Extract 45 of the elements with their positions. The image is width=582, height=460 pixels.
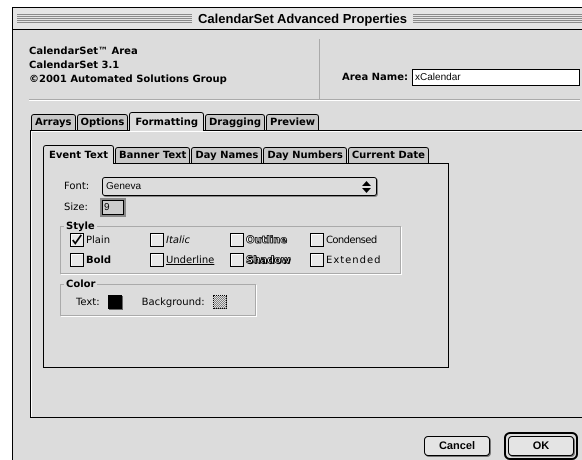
checkbox-label: Italic: [166, 234, 190, 246]
checkbox-label: Bold: [86, 254, 112, 266]
checkbox[interactable]: [150, 233, 164, 247]
checkbox[interactable]: [230, 233, 244, 247]
ok-button[interactable]: OK: [508, 436, 574, 456]
tab[interactable]: Banner Text: [115, 147, 190, 163]
checkbox[interactable]: [310, 233, 324, 247]
checkbox-label: Outline: [246, 234, 288, 246]
group-title: Style: [65, 221, 96, 232]
tab[interactable]: Arrays: [31, 114, 76, 130]
checkbox-label: Extended: [326, 254, 382, 266]
tab[interactable]: Current Date: [348, 147, 429, 163]
cancel-button[interactable]: Cancel: [424, 436, 490, 456]
color-label: Background:: [142, 296, 205, 308]
up-down-arrows-icon: [362, 180, 371, 192]
color-swatch[interactable]: [212, 295, 227, 309]
checkbox[interactable]: [70, 253, 84, 267]
tab[interactable]: Day Numbers: [263, 147, 347, 163]
area-name-field[interactable]: xCalendar: [412, 68, 580, 86]
checkbox[interactable]: [230, 253, 244, 267]
size-field[interactable]: 9: [102, 200, 124, 215]
tab[interactable]: Preview: [266, 114, 320, 130]
color-swatch[interactable]: [108, 295, 122, 309]
tab[interactable]: Formatting: [129, 112, 204, 131]
group-title: Color: [65, 279, 96, 290]
checkbox-label: Plain: [86, 234, 110, 246]
size-label: Size:: [64, 202, 89, 213]
checkbox[interactable]: [310, 253, 324, 267]
info-text: CalendarSet 3.1: [29, 59, 120, 73]
color-label: Text:: [76, 296, 100, 308]
checkbox[interactable]: [70, 233, 84, 247]
checkbox-label: Underline: [166, 254, 214, 266]
tab[interactable]: Dragging: [205, 114, 266, 130]
font-dropdown[interactable]: Geneva: [102, 177, 377, 196]
checkbox[interactable]: [150, 253, 164, 267]
font-label: Font:: [64, 181, 90, 192]
tab[interactable]: Event Text: [43, 145, 114, 164]
window-title: CalendarSet Advanced Properties: [198, 11, 408, 26]
area-name-label: Area Name:: [342, 72, 408, 82]
tab[interactable]: Options: [76, 114, 128, 130]
info-text: ©2001 Automated Solutions Group: [29, 73, 228, 87]
info-text: CalendarSet™ Area: [29, 45, 139, 59]
tab[interactable]: Day Names: [191, 147, 262, 163]
checkbox-label: Condensed: [326, 234, 377, 246]
checkbox-label: Shadow: [246, 254, 290, 266]
